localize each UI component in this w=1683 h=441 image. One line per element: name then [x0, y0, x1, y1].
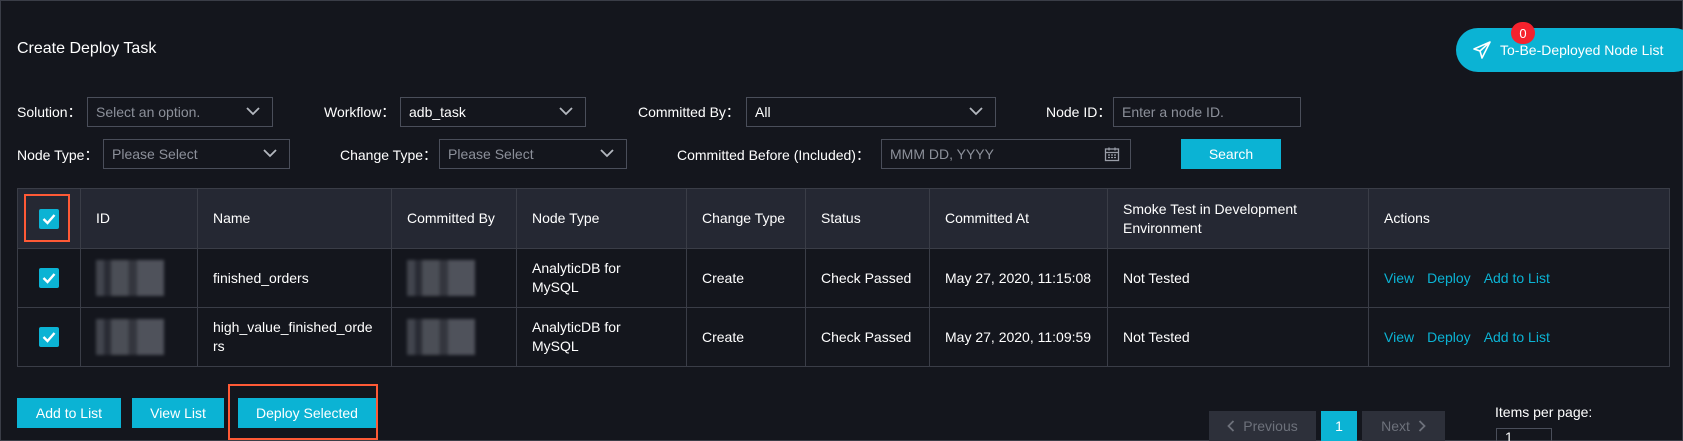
- workflow-select[interactable]: adb_task: [400, 97, 586, 127]
- smoke-test-cell: Not Tested: [1107, 248, 1369, 308]
- status-cell: Check Passed: [805, 307, 930, 367]
- node-type-cell: AnalyticDB for MySQL: [516, 248, 687, 308]
- checkmark-icon: [42, 273, 56, 284]
- committed-by-cell: [391, 307, 517, 367]
- to-be-deployed-label: To-Be-Deployed Node List: [1500, 42, 1664, 58]
- chevron-right-icon: [1418, 420, 1426, 432]
- row-checkbox[interactable]: [39, 327, 59, 347]
- deploy-link[interactable]: Deploy: [1427, 329, 1471, 345]
- row-checkbox[interactable]: [39, 268, 59, 288]
- paper-plane-icon: [1473, 41, 1491, 59]
- checkmark-icon: [42, 332, 56, 343]
- add-to-list-link[interactable]: Add to List: [1484, 270, 1550, 286]
- change-type-cell: Create: [686, 307, 806, 367]
- column-header-node-type: Node Type: [516, 188, 687, 249]
- to-be-deployed-node-list-button[interactable]: To-Be-Deployed Node List: [1456, 28, 1683, 72]
- node-type-cell: AnalyticDB for MySQL: [516, 307, 687, 367]
- smoke-test-cell: Not Tested: [1107, 307, 1369, 367]
- status-cell: Check Passed: [805, 248, 930, 308]
- committed-by-label: Committed By：: [638, 104, 740, 120]
- table-header-row: ID Name Committed By Node Type Change Ty…: [17, 188, 1670, 249]
- column-header-status: Status: [805, 188, 930, 249]
- chevron-down-icon: [600, 149, 614, 158]
- solution-select[interactable]: Select an option.: [87, 97, 273, 127]
- column-header-smoke-test: Smoke Test in Development Environment: [1107, 188, 1369, 249]
- chevron-down-icon: [263, 149, 277, 158]
- search-button[interactable]: Search: [1181, 139, 1281, 169]
- workflow-label: Workflow：: [324, 104, 396, 120]
- table-row: finished_orders AnalyticDB for MySQL Cre…: [17, 248, 1670, 308]
- node-name-cell: finished_orders: [197, 248, 392, 308]
- row-select-cell: [17, 248, 81, 308]
- node-type-placeholder: Please Select: [112, 146, 198, 162]
- change-type-label: Change Type：: [340, 147, 438, 163]
- node-id-cell: [80, 307, 198, 367]
- node-id-input[interactable]: Enter a node ID.: [1113, 97, 1301, 127]
- node-type-select[interactable]: Please Select: [103, 139, 290, 169]
- redacted-id: [96, 260, 164, 296]
- column-header-change-type: Change Type: [686, 188, 806, 249]
- node-id-placeholder: Enter a node ID.: [1122, 104, 1224, 120]
- redacted-user: [407, 260, 475, 296]
- actions-cell: View Deploy Add to List: [1368, 307, 1670, 367]
- node-name-cell: high_value_finished_orders: [197, 307, 392, 367]
- view-link[interactable]: View: [1384, 270, 1414, 286]
- node-type-label: Node Type：: [17, 147, 99, 163]
- chevron-down-icon: [559, 107, 573, 116]
- deploy-link[interactable]: Deploy: [1427, 270, 1471, 286]
- committed-by-select[interactable]: All: [746, 97, 996, 127]
- row-select-cell: [17, 307, 81, 367]
- current-page[interactable]: 1: [1321, 411, 1357, 441]
- column-header-committed-at: Committed At: [929, 188, 1108, 249]
- calendar-icon[interactable]: [1104, 146, 1120, 162]
- redacted-user: [407, 319, 475, 355]
- previous-label: Previous: [1243, 418, 1298, 434]
- chevron-left-icon: [1227, 420, 1235, 432]
- next-page-button[interactable]: Next: [1362, 411, 1445, 441]
- change-type-cell: Create: [686, 248, 806, 308]
- committed-at-cell: May 27, 2020, 11:15:08: [929, 248, 1108, 308]
- column-header-name: Name: [197, 188, 392, 249]
- solution-label: Solution：: [17, 104, 82, 120]
- previous-page-button[interactable]: Previous: [1209, 411, 1316, 441]
- nodes-table: ID Name Committed By Node Type Change Ty…: [17, 188, 1670, 367]
- change-type-select[interactable]: Please Select: [439, 139, 627, 169]
- items-per-page-select[interactable]: 1: [1496, 428, 1552, 441]
- workflow-value: adb_task: [409, 104, 466, 120]
- view-list-button[interactable]: View List: [132, 398, 224, 428]
- chevron-down-icon: [246, 107, 260, 116]
- deploy-selected-highlight: [228, 384, 378, 440]
- committed-before-date-input[interactable]: MMM DD, YYYY: [881, 139, 1131, 169]
- next-label: Next: [1381, 418, 1410, 434]
- add-to-list-link[interactable]: Add to List: [1484, 329, 1550, 345]
- node-id-label: Node ID：: [1046, 104, 1112, 120]
- actions-cell: View Deploy Add to List: [1368, 248, 1670, 308]
- page-title: Create Deploy Task: [17, 40, 157, 57]
- committed-before-label: Committed Before (Included)：: [677, 147, 870, 163]
- column-header-committed-by: Committed By: [391, 188, 517, 249]
- committed-at-cell: May 27, 2020, 11:09:59: [929, 307, 1108, 367]
- redacted-id: [96, 319, 164, 355]
- items-per-page-label: Items per page:: [1495, 404, 1593, 420]
- deploy-list-count-badge: 0: [1511, 22, 1535, 44]
- chevron-down-icon: [969, 107, 983, 116]
- column-header-id: ID: [80, 188, 198, 249]
- committed-by-value: All: [755, 104, 771, 120]
- node-id-cell: [80, 248, 198, 308]
- solution-placeholder: Select an option.: [96, 104, 201, 120]
- change-type-placeholder: Please Select: [448, 146, 534, 162]
- select-all-highlight: [24, 194, 70, 242]
- committed-before-placeholder: MMM DD, YYYY: [890, 146, 994, 162]
- table-row: high_value_finished_orders AnalyticDB fo…: [17, 307, 1670, 367]
- view-link[interactable]: View: [1384, 329, 1414, 345]
- column-header-actions: Actions: [1368, 188, 1670, 249]
- add-to-list-button[interactable]: Add to List: [17, 398, 121, 428]
- committed-by-cell: [391, 248, 517, 308]
